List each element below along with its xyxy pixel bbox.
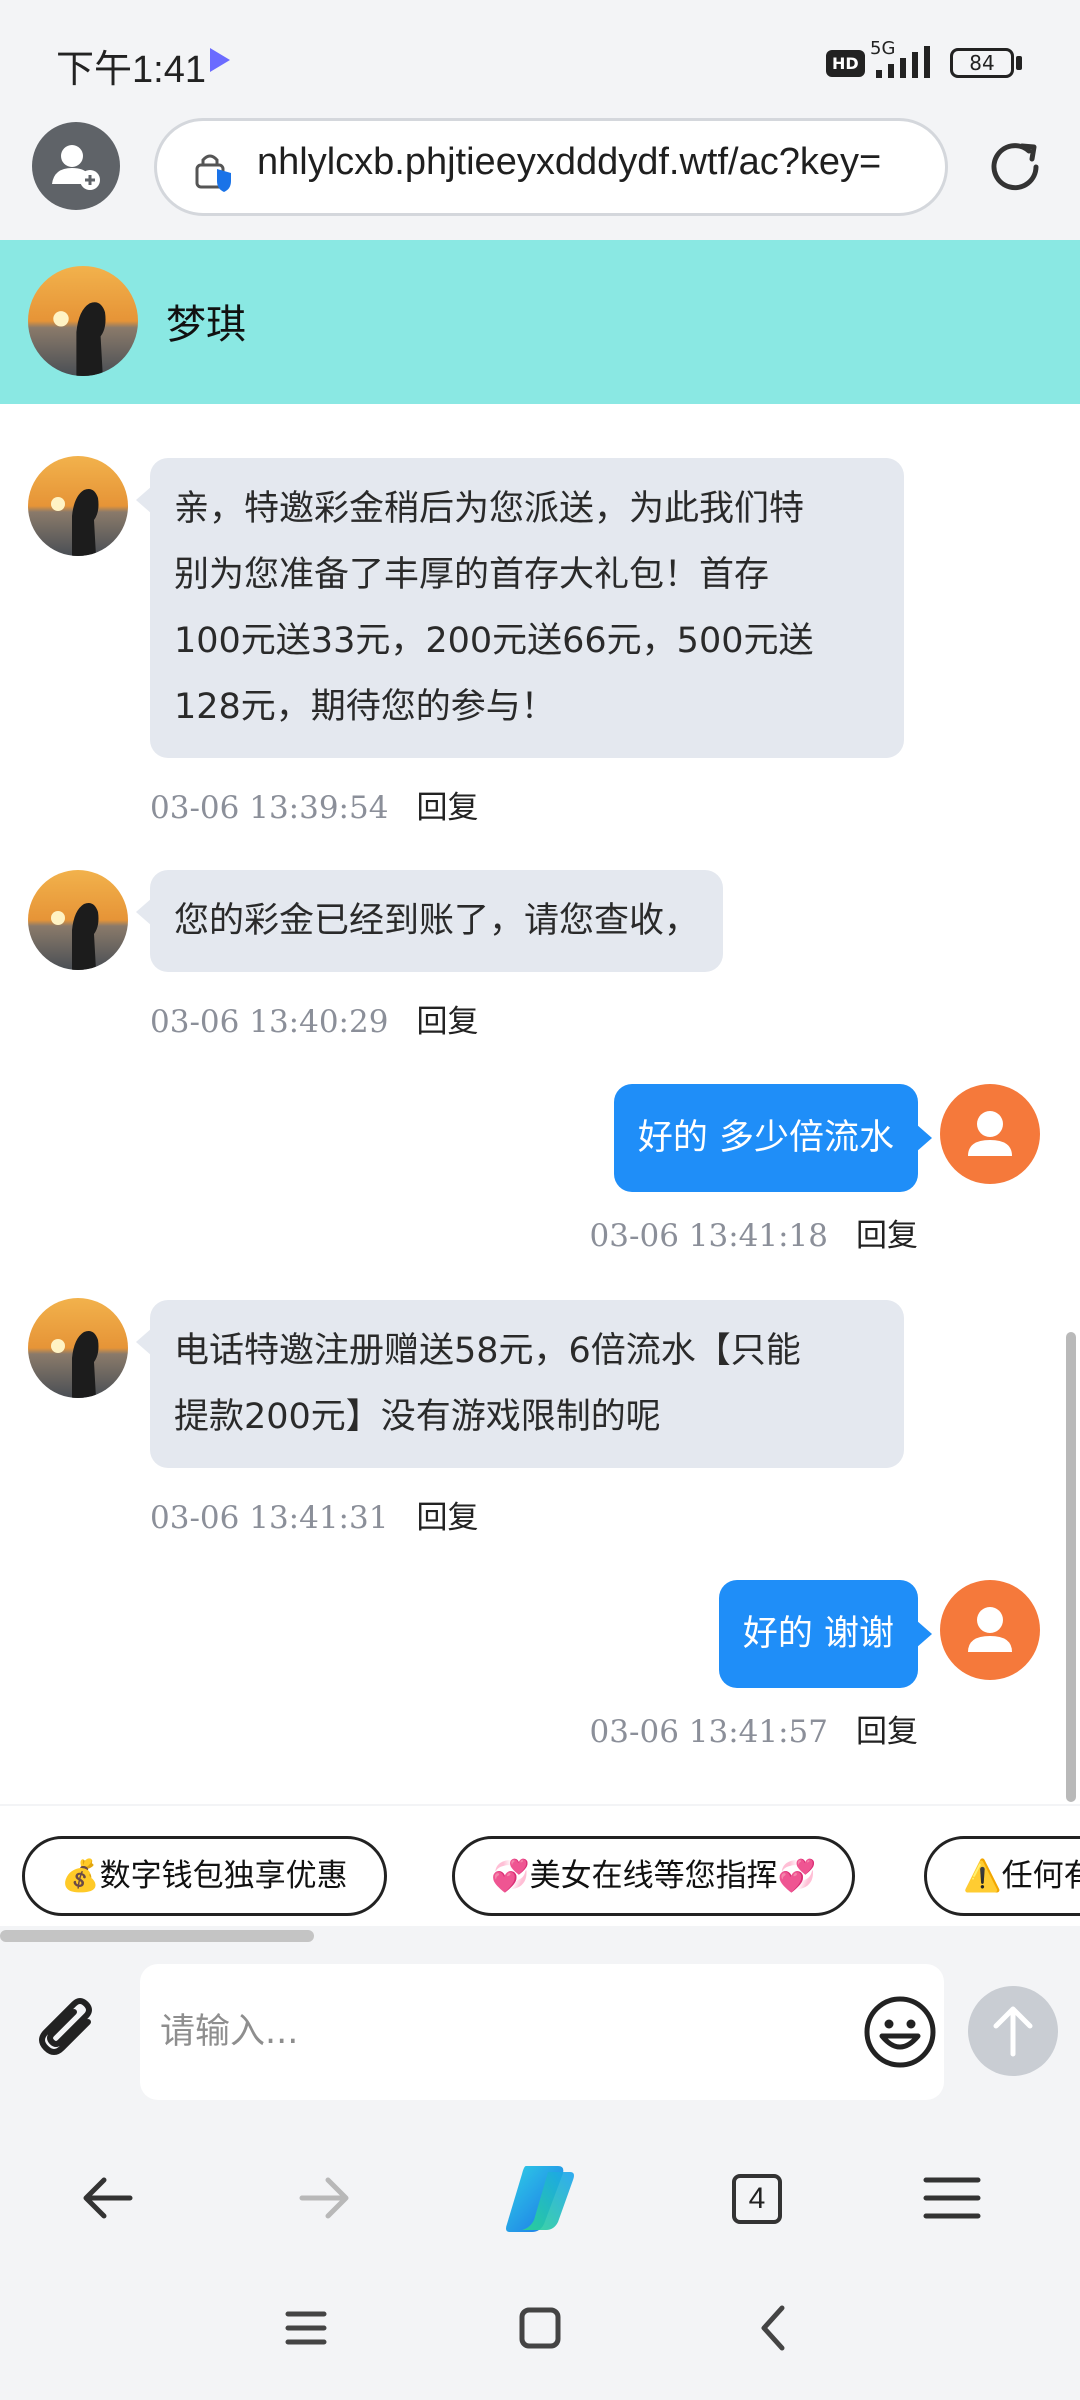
reply-button[interactable]: 回复 bbox=[856, 1218, 918, 1254]
copilot-logo-icon[interactable] bbox=[492, 2150, 588, 2246]
reply-button[interactable]: 回复 bbox=[416, 1500, 478, 1536]
message-line: 别为您准备了丰厚的首存大礼包！首存 bbox=[174, 555, 770, 595]
message-meta: 03-06 13:39:54 回复 bbox=[150, 782, 478, 827]
add-profile-button[interactable] bbox=[32, 122, 120, 210]
recent-apps-icon[interactable] bbox=[276, 2298, 336, 2358]
reply-button[interactable]: 回复 bbox=[416, 1004, 478, 1040]
quick-reply-any[interactable]: ⚠️任何有 bbox=[924, 1836, 1080, 1916]
arrow-right-icon[interactable] bbox=[276, 2150, 372, 2246]
security-lock-icon[interactable] bbox=[193, 149, 237, 193]
message-time: 03-06 13:41:57 bbox=[589, 1714, 828, 1750]
hamburger-icon[interactable] bbox=[904, 2150, 1000, 2246]
message-line: 128元，期待您的参与！ bbox=[174, 687, 556, 727]
paperclip-icon[interactable] bbox=[30, 1992, 110, 2072]
message-meta: 03-06 13:41:18 回复 bbox=[590, 1210, 918, 1255]
arrow-up-icon bbox=[993, 2006, 1033, 2057]
message-line: 提款200元】没有游戏限制的呢 bbox=[174, 1397, 661, 1437]
send-button[interactable] bbox=[968, 1986, 1058, 2076]
message-meta: 03-06 13:40:29 回复 bbox=[150, 996, 478, 1041]
chat-scrollbar[interactable] bbox=[1066, 1332, 1076, 1802]
message-line: 电话特邀注册赠送58元，6倍流水【只能 bbox=[174, 1331, 801, 1371]
browser-navigation: 4 bbox=[0, 2128, 1080, 2268]
url-text: nhlylcxb.phjtieeyxdddydf.wtf/ac?key= bbox=[257, 141, 882, 183]
message-bubble-incoming[interactable]: 您的彩金已经到账了，请您查收， bbox=[135, 870, 724, 972]
sender-avatar[interactable] bbox=[28, 870, 128, 970]
message-bubble-outgoing[interactable]: 好的 谢谢 bbox=[718, 1580, 933, 1688]
back-icon[interactable] bbox=[744, 2298, 804, 2358]
quick-replies-scrollbar[interactable] bbox=[0, 1930, 314, 1942]
message-input[interactable] bbox=[140, 1964, 944, 2100]
sender-avatar[interactable] bbox=[28, 1298, 128, 1398]
message-time: 03-06 13:41:31 bbox=[150, 1500, 389, 1536]
message-bubble-outgoing[interactable]: 好的 多少倍流水 bbox=[613, 1084, 933, 1192]
user-icon bbox=[968, 1607, 1012, 1652]
message-time: 03-06 13:41:18 bbox=[589, 1218, 828, 1254]
message-bubble-incoming[interactable]: 电话特邀注册赠送58元，6倍流水【只能 提款200元】没有游戏限制的呢 bbox=[136, 1300, 904, 1468]
sender-avatar[interactable] bbox=[28, 456, 128, 556]
message-line: 100元送33元，200元送66元，500元送 bbox=[174, 621, 814, 661]
message-time: 03-06 13:40:29 bbox=[150, 1004, 389, 1040]
message-time: 03-06 13:39:54 bbox=[150, 790, 389, 826]
reload-icon[interactable] bbox=[980, 132, 1050, 202]
message-line: 亲，特邀彩金稍后为您派送，为此我们特 bbox=[174, 489, 805, 529]
message-meta: 03-06 13:41:31 回复 bbox=[150, 1492, 478, 1537]
tab-switcher-button[interactable]: 4 bbox=[732, 2174, 782, 2224]
play-store-icon bbox=[210, 48, 230, 72]
smiley-icon[interactable] bbox=[862, 1994, 938, 2070]
reply-button[interactable]: 回复 bbox=[856, 1714, 918, 1750]
reply-button[interactable]: 回复 bbox=[416, 790, 478, 826]
status-time: 下午1:41 bbox=[56, 49, 206, 91]
message-bubble-incoming[interactable]: 亲，特邀彩金稍后为您派送，为此我们特 别为您准备了丰厚的首存大礼包！首存 100… bbox=[136, 458, 904, 758]
quick-reply-online[interactable]: 💞美女在线等您指挥💞 bbox=[452, 1836, 856, 1916]
browser-toolbar: nhlylcxb.phjtieeyxdddydf.wtf/ac?key= bbox=[0, 118, 1080, 240]
chat-messages[interactable]: 亲，特邀彩金稍后为您派送，为此我们特 别为您准备了丰厚的首存大礼包！首存 100… bbox=[0, 404, 1080, 1804]
status-bar: 下午1:41 HD 5G 84 bbox=[0, 0, 1080, 120]
chat-header: 梦琪 bbox=[0, 240, 1080, 404]
hd-badge: HD bbox=[826, 50, 865, 77]
add-profile-icon bbox=[52, 145, 100, 190]
contact-photo bbox=[28, 266, 138, 376]
composer bbox=[0, 1944, 1080, 2128]
signal-icon bbox=[876, 46, 930, 78]
user-avatar[interactable] bbox=[940, 1580, 1040, 1680]
battery-cap bbox=[1016, 56, 1022, 70]
address-bar[interactable]: nhlylcxb.phjtieeyxdddydf.wtf/ac?key= bbox=[154, 118, 948, 216]
quick-reply-wallet[interactable]: 💰数字钱包独享优惠 bbox=[22, 1836, 387, 1916]
sender-photo bbox=[28, 456, 128, 556]
message-meta: 03-06 13:41:57 回复 bbox=[590, 1706, 918, 1751]
contact-avatar[interactable] bbox=[28, 266, 138, 376]
sender-photo bbox=[28, 870, 128, 970]
arrow-left-icon[interactable] bbox=[60, 2150, 156, 2246]
message-line: 您的彩金已经到账了，请您查收， bbox=[174, 901, 700, 941]
sender-photo bbox=[28, 1298, 128, 1398]
system-navigation bbox=[0, 2268, 1080, 2400]
user-avatar[interactable] bbox=[940, 1084, 1040, 1184]
battery-icon: 84 bbox=[950, 48, 1014, 78]
quick-replies[interactable]: 💰数字钱包独享优惠 💞美女在线等您指挥💞 ⚠️任何有 bbox=[0, 1806, 1080, 1926]
user-icon bbox=[968, 1111, 1012, 1156]
home-icon[interactable] bbox=[510, 2298, 570, 2358]
contact-name: 梦琪 bbox=[166, 302, 246, 348]
